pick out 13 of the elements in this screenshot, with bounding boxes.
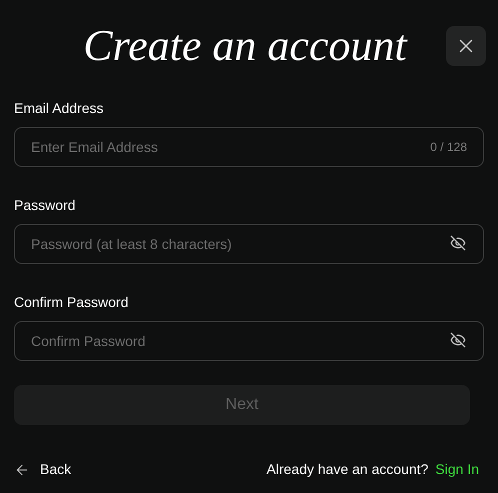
field-label: Password xyxy=(14,197,76,213)
sign-in-link[interactable]: Sign In xyxy=(435,459,479,480)
hide-password-icon[interactable] xyxy=(450,235,466,251)
close-button[interactable] xyxy=(446,26,486,66)
back-link[interactable]: Back xyxy=(40,459,72,480)
password-field[interactable]: Confirm Password xyxy=(14,321,484,361)
field-label: Confirm Password xyxy=(14,294,130,310)
field-label: Email Address xyxy=(14,100,104,116)
hide-password-icon[interactable] xyxy=(450,332,466,348)
password-field[interactable]: Password (at least 8 characters) xyxy=(14,224,484,264)
character-counter: 0 / 128 xyxy=(430,139,467,155)
dialog-title: Create an account xyxy=(82,24,408,68)
sign-in-prompt: Already have an account? xyxy=(266,460,428,479)
